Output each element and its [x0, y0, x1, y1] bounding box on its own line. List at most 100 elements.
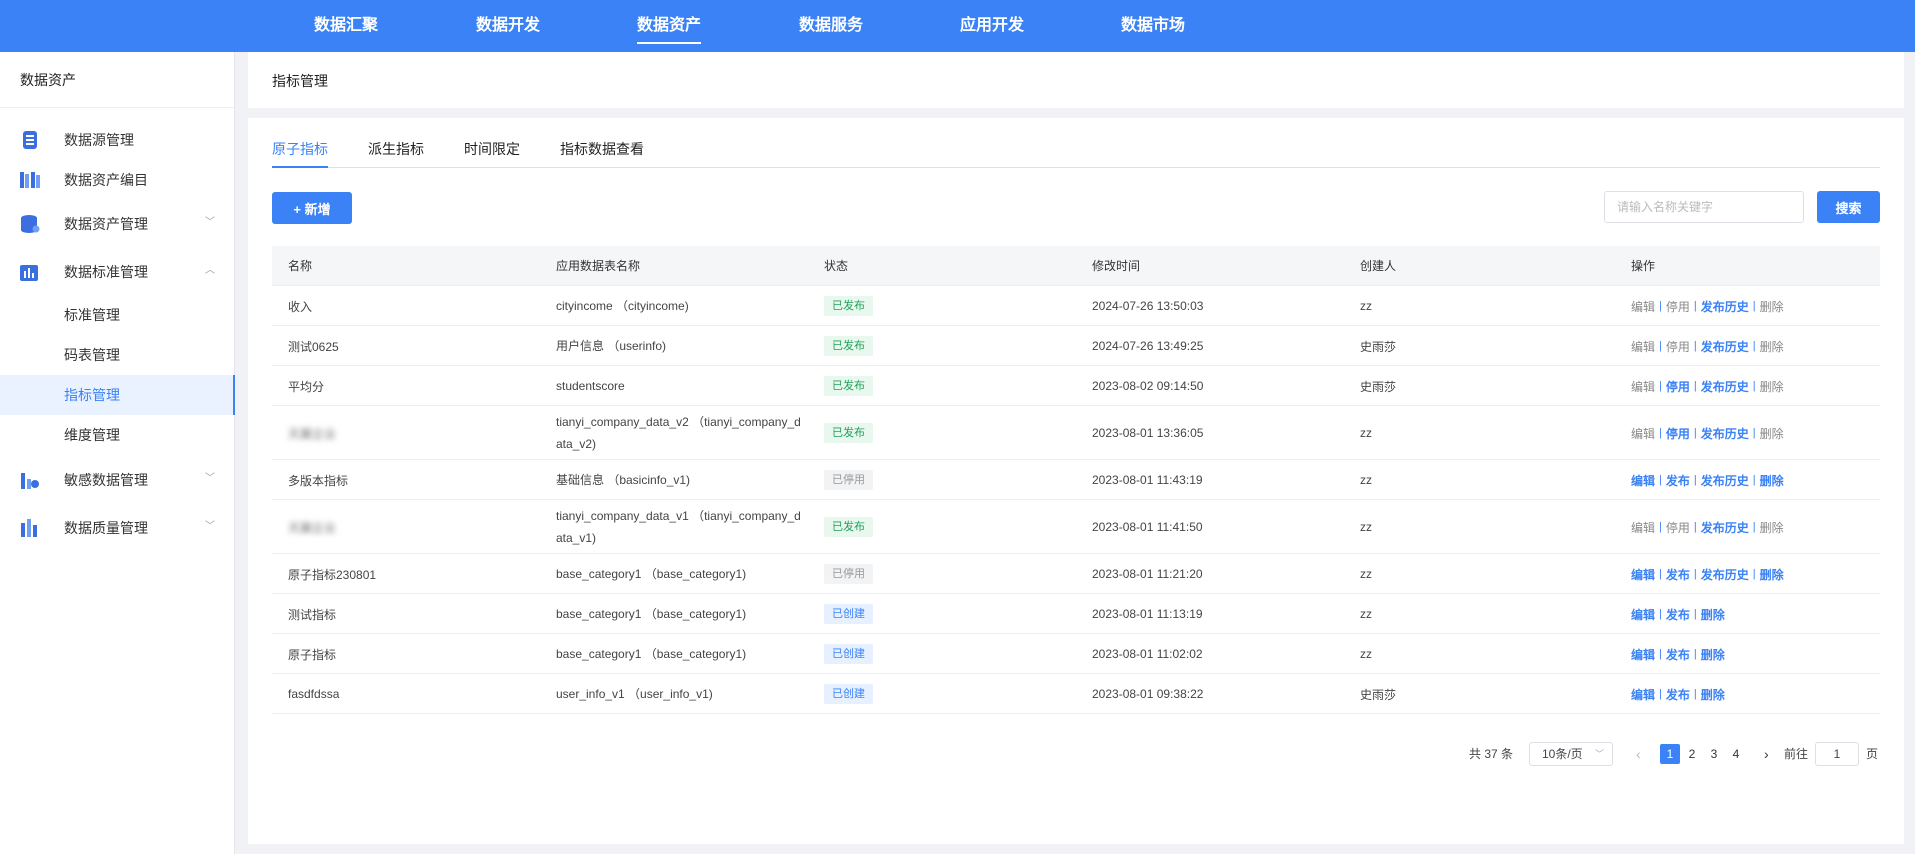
delete-link[interactable]: 删除	[1701, 606, 1725, 623]
row-actions: 编辑 | 发布 | 删除	[1631, 594, 1725, 634]
delete-link[interactable]: 删除	[1701, 646, 1725, 663]
publish-history-link[interactable]: 发布历史	[1701, 566, 1749, 583]
nav-item-data-market[interactable]: 数据市场	[1121, 0, 1185, 52]
edit-link[interactable]: 编辑	[1631, 519, 1655, 536]
prev-page-icon[interactable]: ‹	[1636, 742, 1641, 766]
publish-history-link[interactable]: 发布历史	[1701, 298, 1749, 315]
creator-name: 史雨莎	[1360, 379, 1397, 394]
sidebar-item-quality[interactable]: 数据质量管理 ﹀	[0, 508, 235, 548]
status-badge-created: 已创建	[824, 644, 873, 664]
action-separator: |	[1752, 300, 1756, 312]
disable-link[interactable]: 停用	[1666, 298, 1690, 315]
edit-link[interactable]: 编辑	[1631, 686, 1655, 703]
table-row: 天翼企业 tianyi_company_data_v2 （tianyi_compa…	[272, 406, 1880, 460]
sidebar-subitem-code-tables[interactable]: 码表管理	[0, 335, 235, 375]
nav-item-data-aggregation[interactable]: 数据汇聚	[314, 0, 378, 52]
database-source-icon	[23, 131, 37, 149]
page-number[interactable]: 2	[1682, 744, 1702, 764]
publish-link[interactable]: 发布	[1666, 686, 1690, 703]
edit-link[interactable]: 编辑	[1631, 606, 1655, 623]
disable-link[interactable]: 停用	[1666, 378, 1690, 395]
catalog-books-icon	[20, 172, 40, 188]
publish-history-link[interactable]: 发布历史	[1701, 425, 1749, 442]
page-size-select[interactable]: 10条/页 ﹀	[1529, 742, 1613, 766]
delete-link[interactable]: 删除	[1760, 338, 1784, 355]
page-number[interactable]: 4	[1726, 744, 1746, 764]
column-header: 状态	[824, 259, 849, 273]
edit-link[interactable]: 编辑	[1631, 425, 1655, 442]
pagination-total: 共 37 条	[1469, 747, 1514, 761]
publish-history-link[interactable]: 发布历史	[1701, 338, 1749, 355]
creator-name: zz	[1360, 426, 1372, 440]
edit-link[interactable]: 编辑	[1631, 566, 1655, 583]
nav-item-data-development[interactable]: 数据开发	[476, 0, 540, 52]
sidebar-item-label: 数据资产管理	[64, 216, 148, 232]
page-number[interactable]: 3	[1704, 744, 1724, 764]
delete-link[interactable]: 删除	[1760, 425, 1784, 442]
disable-link[interactable]: 停用	[1666, 519, 1690, 536]
edit-link[interactable]: 编辑	[1631, 378, 1655, 395]
publish-history-link[interactable]: 发布历史	[1701, 519, 1749, 536]
publish-link[interactable]: 发布	[1666, 606, 1690, 623]
sidebar-subitem-standards[interactable]: 标准管理	[0, 295, 235, 335]
metric-name: 原子指标	[288, 647, 337, 662]
sidebar-item-sensitive-data[interactable]: 敏感数据管理 ﹀	[0, 460, 235, 500]
sidebar-item-standard-management[interactable]: 数据标准管理 ︿	[0, 252, 235, 292]
sidebar-item-catalog[interactable]: 数据资产编目	[0, 160, 235, 200]
row-actions: 编辑 | 发布 | 删除	[1631, 634, 1725, 674]
tab-atomic-metrics[interactable]: 原子指标	[272, 138, 328, 168]
publish-link[interactable]: 发布	[1666, 646, 1690, 663]
action-separator: |	[1659, 427, 1662, 439]
edit-link[interactable]: 编辑	[1631, 338, 1655, 355]
add-button[interactable]: + 新增	[272, 192, 352, 224]
goto-page-input[interactable]	[1815, 742, 1859, 766]
publish-link[interactable]: 发布	[1666, 472, 1690, 489]
status-cell: 已发布	[824, 366, 873, 406]
delete-link[interactable]: 删除	[1760, 298, 1784, 315]
delete-link[interactable]: 删除	[1760, 378, 1784, 395]
action-separator: |	[1752, 427, 1756, 439]
action-separator: |	[1693, 427, 1697, 439]
edit-link[interactable]: 编辑	[1631, 472, 1655, 489]
goto-label: 前往	[1784, 747, 1809, 761]
next-page-icon[interactable]: ›	[1764, 742, 1769, 766]
chevron-down-icon: ﹀	[205, 521, 215, 532]
row-actions: 编辑 | 停用 | 发布历史 | 删除	[1631, 406, 1784, 460]
delete-link[interactable]: 删除	[1760, 519, 1784, 536]
tab-derived-metrics[interactable]: 派生指标	[368, 138, 424, 168]
edit-link[interactable]: 编辑	[1631, 298, 1655, 315]
tab-time-limits[interactable]: 时间限定	[464, 138, 520, 168]
sidebar-subitem-metrics[interactable]: 指标管理	[0, 375, 235, 415]
disable-link[interactable]: 停用	[1666, 425, 1690, 442]
publish-history-link[interactable]: 发布历史	[1701, 378, 1749, 395]
disable-link[interactable]: 停用	[1666, 338, 1690, 355]
status-cell: 已发布	[824, 500, 873, 554]
status-cell: 已停用	[824, 554, 873, 594]
delete-link[interactable]: 删除	[1760, 472, 1784, 489]
edit-link[interactable]: 编辑	[1631, 646, 1655, 663]
action-separator: |	[1659, 648, 1662, 660]
sidebar-item-asset-management[interactable]: 数据资产管理 ﹀	[0, 204, 235, 244]
page-number[interactable]: 1	[1660, 744, 1680, 764]
search-input[interactable]	[1604, 191, 1804, 223]
data-table-name: base_category1 （base_category1)	[556, 647, 747, 661]
column-header: 操作	[1631, 259, 1656, 273]
nav-item-app-development[interactable]: 应用开发	[960, 0, 1024, 52]
delete-link[interactable]: 删除	[1760, 566, 1784, 583]
breadcrumb: 指标管理	[248, 52, 1904, 108]
sidebar-item-data-source[interactable]: 数据源管理	[0, 120, 235, 160]
row-actions: 编辑 | 停用 | 发布历史 | 删除	[1631, 366, 1784, 406]
nav-item-data-services[interactable]: 数据服务	[799, 0, 863, 52]
sidebar: 数据资产 数据源管理 数据资产编目 数据资产管理 ﹀ 数据标准管理 ︿ 标准管理…	[0, 52, 235, 854]
search-button[interactable]: 搜索	[1817, 191, 1880, 223]
nav-item-data-assets[interactable]: 数据资产	[637, 0, 702, 52]
delete-link[interactable]: 删除	[1701, 686, 1725, 703]
tab-metric-data-view[interactable]: 指标数据查看	[560, 138, 644, 168]
chevron-down-icon: ﹀	[1594, 749, 1604, 759]
publish-link[interactable]: 发布	[1666, 566, 1690, 583]
modified-time: 2023-08-01 11:21:20	[1092, 567, 1203, 581]
sidebar-subitem-dimensions[interactable]: 维度管理	[0, 415, 235, 455]
chevron-up-icon: ︿	[205, 265, 215, 276]
modified-time: 2024-07-26 13:49:25	[1092, 339, 1204, 353]
publish-history-link[interactable]: 发布历史	[1701, 472, 1749, 489]
